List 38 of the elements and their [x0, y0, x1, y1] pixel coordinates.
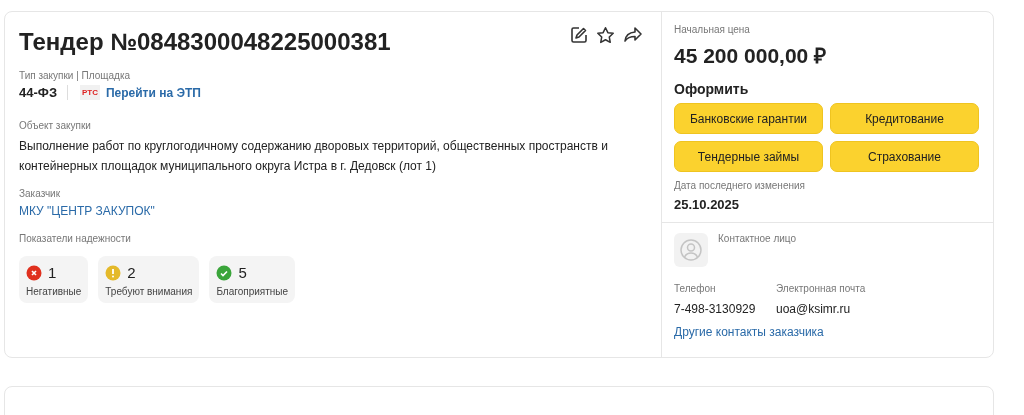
star-icon[interactable]	[596, 26, 615, 45]
field-label: Дата последнего изменения	[674, 180, 806, 191]
indicator-label: Благоприятные	[216, 286, 289, 297]
customer-link[interactable]: МКУ "ЦЕНТР ЗАКУПОК"	[19, 204, 155, 218]
phone-number: 7-498-3130929	[674, 302, 757, 316]
field-label: Контактное лицо	[718, 233, 797, 244]
platform-logo: РТС	[80, 85, 100, 100]
contacts-link[interactable]: Другие контакты заказчика	[674, 325, 824, 339]
email-address: uoa@ksimr.ru	[776, 302, 852, 316]
service-button[interactable]: Страхование	[830, 141, 979, 172]
indicator-count: 5	[238, 264, 247, 281]
share-icon[interactable]	[623, 26, 643, 44]
procurement-law: 44-ФЗ	[19, 85, 69, 100]
indicator-count: 2	[127, 264, 136, 281]
last-change-date: 25.10.2025	[674, 197, 741, 212]
field-label: Показатели надежности	[19, 233, 132, 244]
initial-price: 45 200 000,00 ₽	[674, 43, 828, 69]
edit-icon[interactable]	[570, 26, 588, 44]
field-label: Тип закупки | Площадка	[19, 70, 132, 81]
platform-link[interactable]: Перейти на ЭТП	[105, 85, 201, 100]
negative-icon	[26, 264, 42, 281]
check-icon	[216, 264, 233, 281]
section-heading: Оформить	[674, 81, 750, 97]
field-label: Заказчик	[19, 188, 62, 199]
tender-title: Тендер №0848300048225000381	[19, 27, 391, 56]
service-button[interactable]: Банковские гарантии	[674, 103, 823, 134]
indicator-label: Негативные	[26, 286, 82, 297]
service-button[interactable]: Кредитование	[830, 103, 979, 134]
field-label: Электронная почта	[776, 283, 867, 294]
indicator-label: Требуют внимания	[105, 286, 193, 297]
avatar-icon	[674, 233, 708, 267]
field-label: Телефон	[674, 283, 717, 294]
field-label: Объект закупки	[19, 120, 92, 131]
service-button[interactable]: Тендерные займы	[674, 141, 823, 172]
field-label: Начальная цена	[674, 24, 751, 35]
indicator-count: 1	[48, 264, 57, 281]
warning-icon	[105, 264, 122, 281]
procurement-object: Выполнение работ по круглогодичному содержанию дворовых территорий, общественных пространств и контейнерных площадок муниципального округа Истра в г. Дедовск (лот 1)	[19, 138, 609, 175]
